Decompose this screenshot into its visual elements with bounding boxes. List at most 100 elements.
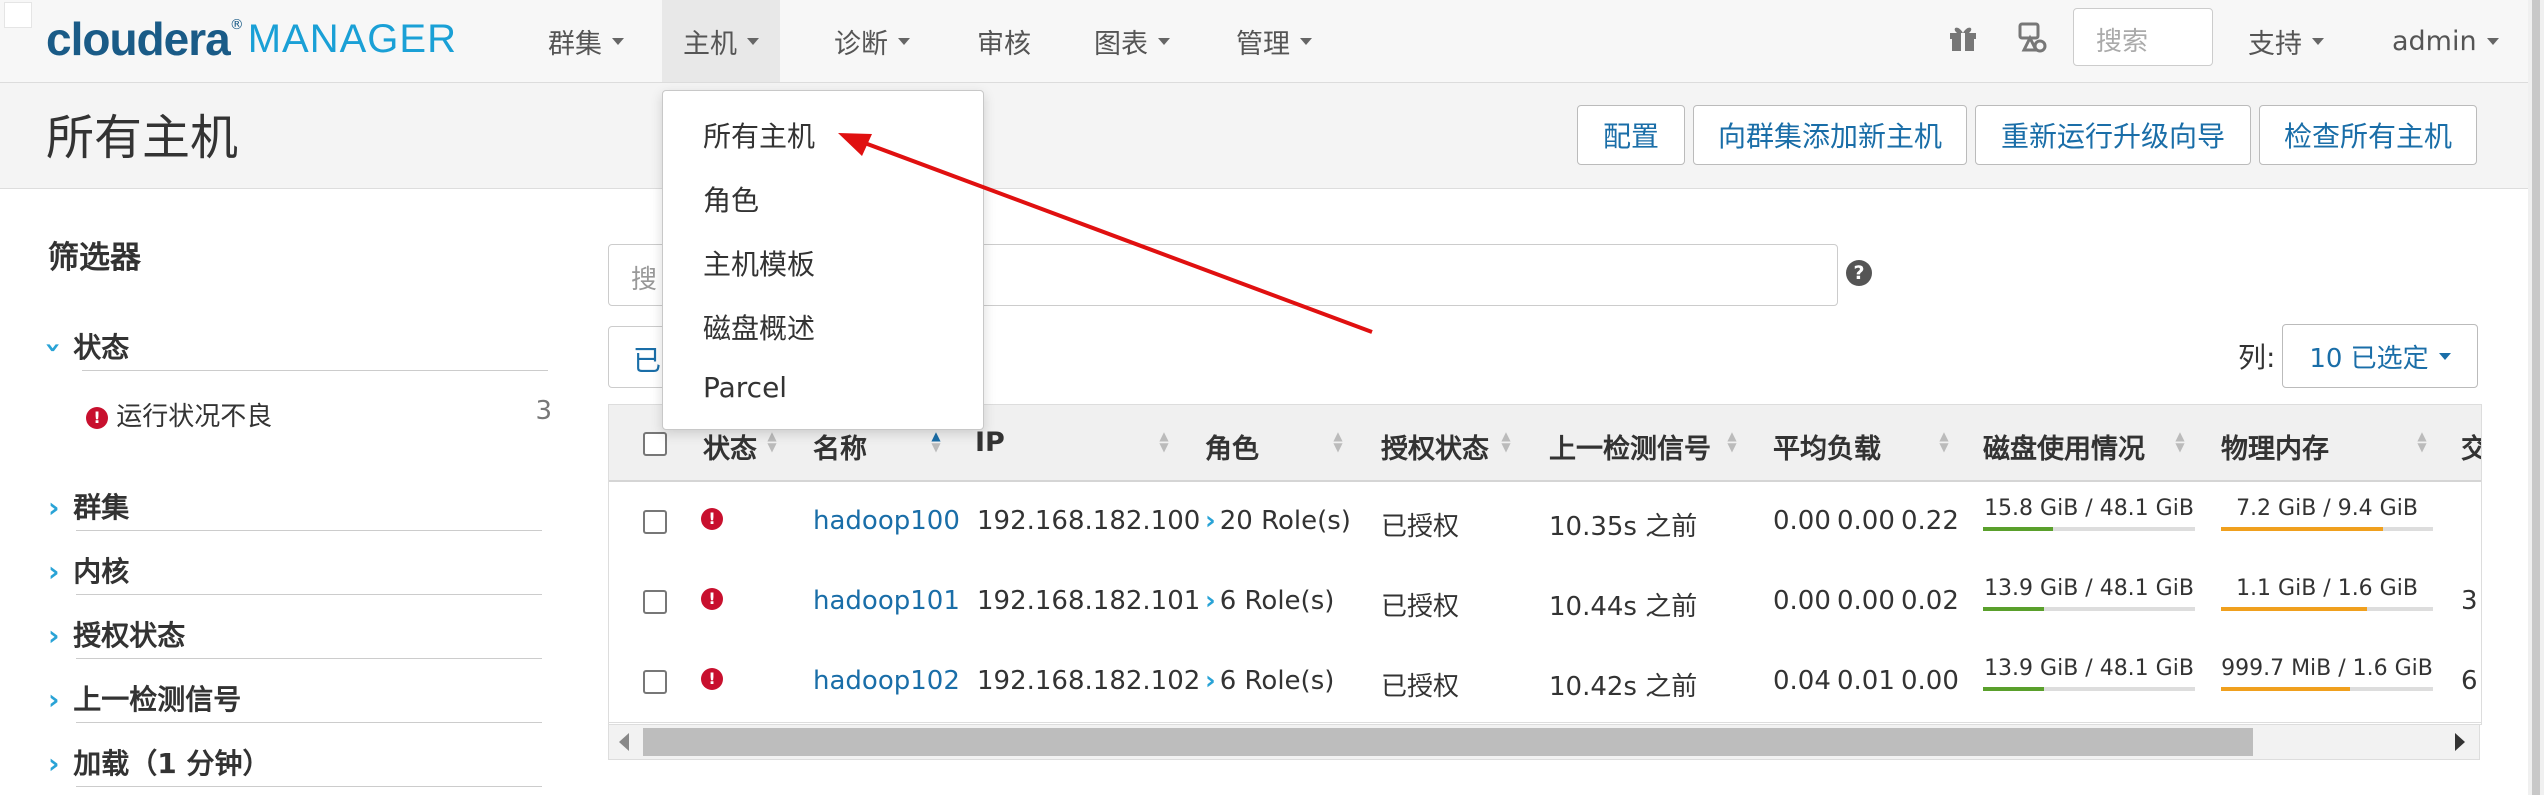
roles-toggle[interactable]: › 6 Role(s) xyxy=(1205,666,1334,696)
scrollbar-thumb[interactable] xyxy=(643,728,2253,756)
filter-item-bad-health[interactable]: ! 运行状况不良 3 xyxy=(86,396,552,433)
authorization-status: 已授权 xyxy=(1381,672,1460,702)
sort-icon[interactable]: ▲ ▼ xyxy=(1159,430,1169,453)
sort-icon[interactable]: ▲ ▼ xyxy=(2175,430,2185,453)
filter-section-clusters[interactable]: › 群集 xyxy=(48,486,548,526)
sort-icon[interactable]: ▲ ▼ xyxy=(1727,430,1737,453)
chevron-down-icon xyxy=(2438,352,2451,360)
chevron-right-icon: › xyxy=(48,491,60,524)
host-ip: 192.168.182.100 xyxy=(977,506,1201,536)
scrollbar-thumb[interactable] xyxy=(2532,0,2540,795)
nav-diagnostics[interactable]: 诊断 xyxy=(834,0,910,82)
menu-item-disks-overview[interactable]: 磁盘概述 xyxy=(703,307,815,347)
rerun-upgrade-wizard-button[interactable]: 重新运行升级向导 xyxy=(1975,105,2251,165)
table-row[interactable]: ! hadoop102 192.168.182.102 › 6 Role(s) 已… xyxy=(609,642,2481,723)
disk-usage-text: 15.8 GiB / 48.1 GiB xyxy=(1984,496,2194,521)
cloudera-manager-logo[interactable]: cloudera ® MANAGER xyxy=(46,8,457,70)
filter-section-status[interactable]: › 状态 xyxy=(37,326,548,366)
scroll-right-icon[interactable] xyxy=(2455,733,2465,751)
swap-cell: 3 xyxy=(2461,586,2478,616)
gift-icon[interactable] xyxy=(1946,20,1980,54)
global-search-input[interactable]: 搜索 xyxy=(2073,8,2213,66)
row-checkbox[interactable] xyxy=(643,590,667,614)
filter-section-kernel[interactable]: › 内核 xyxy=(48,550,548,590)
col-load-average[interactable]: 平均负载 xyxy=(1773,427,1881,466)
col-roles[interactable]: 角色 xyxy=(1205,427,1259,466)
columns-select[interactable]: 10 已选定 xyxy=(2282,324,2478,388)
col-last-heartbeat[interactable]: 上一检测信号 xyxy=(1549,427,1711,466)
disk-usage-text: 13.9 GiB / 48.1 GiB xyxy=(1984,576,2194,601)
filter-section-label: 状态 xyxy=(73,331,130,364)
nav-administration[interactable]: 管理 xyxy=(1236,0,1312,82)
nav-diagnostics-label: 诊断 xyxy=(834,28,888,60)
last-heartbeat: 10.42s 之前 xyxy=(1549,672,1698,702)
hosts-dropdown-menu: 所有主机 角色 主机模板 磁盘概述 Parcel xyxy=(662,90,984,430)
host-name-link[interactable]: hadoop100 xyxy=(813,506,960,536)
last-heartbeat: 10.44s 之前 xyxy=(1549,592,1698,622)
filter-section-label: 授权状态 xyxy=(73,619,186,652)
col-status[interactable]: 状态 xyxy=(703,427,757,466)
nav-user-menu[interactable]: admin xyxy=(2392,0,2499,82)
filter-section-authorization[interactable]: › 授权状态 xyxy=(48,614,548,654)
nav-support[interactable]: 支持 xyxy=(2248,0,2324,82)
divider xyxy=(76,530,542,531)
host-name-link[interactable]: hadoop102 xyxy=(813,666,960,696)
roles-toggle[interactable]: › 6 Role(s) xyxy=(1205,586,1334,616)
support-icon[interactable] xyxy=(2014,20,2048,54)
nav-clusters[interactable]: 群集 xyxy=(548,0,624,82)
load-5m: 0.00 xyxy=(1837,586,1895,616)
col-ip[interactable]: IP xyxy=(975,427,1005,458)
col-name[interactable]: 名称 xyxy=(813,427,867,466)
sort-icon[interactable]: ▲ ▼ xyxy=(2417,430,2427,453)
chevron-right-icon: › xyxy=(48,683,60,716)
roles-toggle[interactable]: › 20 Role(s) xyxy=(1205,506,1351,536)
disk-usage-bar xyxy=(1983,687,2195,691)
sort-icon[interactable]: ▲ ▼ xyxy=(1333,430,1343,453)
select-all-checkbox[interactable] xyxy=(643,432,667,456)
chevron-right-icon: › xyxy=(48,619,60,652)
logo-brand: cloudera xyxy=(46,13,231,65)
chevron-right-icon: › xyxy=(1205,586,1216,616)
col-authorization[interactable]: 授权状态 xyxy=(1381,427,1489,466)
logo-product: MANAGER xyxy=(247,16,457,61)
menu-item-parcels[interactable]: Parcel xyxy=(703,371,787,404)
inspect-all-hosts-button[interactable]: 检查所有主机 xyxy=(2259,105,2477,165)
col-disk-usage[interactable]: 磁盘使用情况 xyxy=(1983,427,2145,466)
authorization-status: 已授权 xyxy=(1381,592,1460,622)
chevron-right-icon: › xyxy=(1205,506,1216,536)
filter-section-load[interactable]: › 加载（1 分钟） xyxy=(48,742,548,782)
table-row[interactable]: ! hadoop100 192.168.182.100 › 20 Role(s) … xyxy=(609,482,2481,563)
chevron-right-icon: › xyxy=(1205,666,1216,696)
scroll-left-icon[interactable] xyxy=(619,733,629,751)
sort-icon[interactable]: ▲ ▼ xyxy=(767,430,777,453)
menu-item-roles[interactable]: 角色 xyxy=(703,179,759,219)
divider xyxy=(76,594,542,595)
load-15m: 0.02 xyxy=(1901,586,1959,616)
table-horizontal-scrollbar[interactable] xyxy=(608,724,2480,760)
sort-icon[interactable]: ▲ ▼ xyxy=(931,430,941,453)
menu-item-host-templates[interactable]: 主机模板 xyxy=(703,243,815,283)
sort-icon[interactable]: ▲ ▼ xyxy=(1501,430,1511,453)
host-name-link[interactable]: hadoop101 xyxy=(813,586,960,616)
swap-cell: 6 xyxy=(2461,666,2478,696)
row-checkbox[interactable] xyxy=(643,510,667,534)
col-swap[interactable]: 交 xyxy=(2461,427,2481,466)
filter-section-last-heartbeat[interactable]: › 上一检测信号 xyxy=(48,678,548,718)
table-row[interactable]: ! hadoop101 192.168.182.101 › 6 Role(s) 已… xyxy=(609,562,2481,643)
memory-usage: 1.1 GiB / 1.6 GiB xyxy=(2221,576,2433,611)
sort-icon[interactable]: ▲ ▼ xyxy=(1939,430,1949,453)
nav-charts[interactable]: 图表 xyxy=(1094,0,1170,82)
chevron-down-icon xyxy=(898,37,910,45)
row-checkbox[interactable] xyxy=(643,670,667,694)
nav-hosts[interactable]: 主机 xyxy=(662,0,780,82)
nav-audits[interactable]: 审核 xyxy=(977,0,1031,82)
chevron-down-icon xyxy=(2312,37,2324,45)
page-vertical-scrollbar[interactable] xyxy=(2528,0,2544,795)
menu-item-all-hosts[interactable]: 所有主机 xyxy=(703,115,815,155)
memory-usage: 999.7 MiB / 1.6 GiB xyxy=(2221,656,2433,691)
configuration-button[interactable]: 配置 xyxy=(1577,105,1685,165)
add-hosts-button[interactable]: 向群集添加新主机 xyxy=(1693,105,1967,165)
help-icon[interactable]: ? xyxy=(1846,260,1872,286)
chevron-down-icon xyxy=(1300,37,1312,45)
col-physical-memory[interactable]: 物理内存 xyxy=(2221,427,2329,466)
